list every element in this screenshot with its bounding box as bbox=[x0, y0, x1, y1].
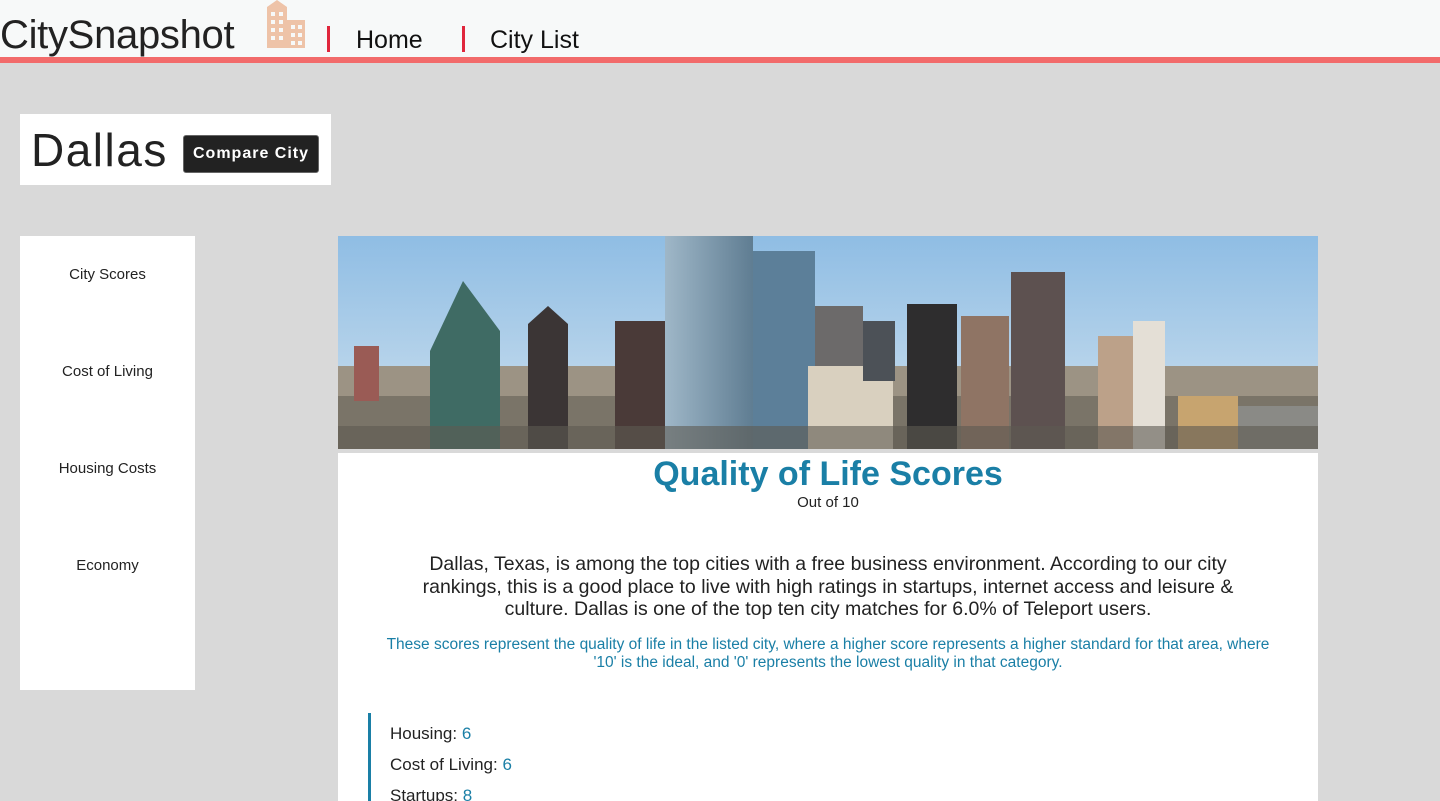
sidebar-item-economy[interactable]: Economy bbox=[20, 557, 195, 574]
nav-separator bbox=[462, 26, 465, 52]
compare-city-button[interactable]: Compare City bbox=[183, 135, 319, 173]
score-label: Cost of Living: bbox=[390, 755, 498, 774]
main-content: Quality of Life Scores Out of 10 Dallas,… bbox=[338, 236, 1318, 801]
city-skyline-image bbox=[338, 236, 1318, 449]
score-row-cost-of-living: Cost of Living: 6 bbox=[390, 755, 512, 775]
top-navbar: CitySnapshot Home City List bbox=[0, 0, 1440, 63]
building-icon bbox=[267, 0, 305, 48]
section-title: Quality of Life Scores bbox=[653, 455, 1003, 493]
city-name: Dallas bbox=[31, 124, 168, 176]
brand-logo-text[interactable]: CitySnapshot bbox=[0, 10, 235, 60]
nav-link-home[interactable]: Home bbox=[356, 24, 423, 56]
sidebar-item-city-scores[interactable]: City Scores bbox=[20, 266, 195, 283]
score-value: 6 bbox=[502, 755, 512, 774]
score-value: 6 bbox=[461, 724, 472, 743]
nav-separator bbox=[327, 26, 330, 52]
city-summary: Dallas, Texas, is among the top cities w… bbox=[422, 553, 1234, 620]
nav-link-city-list[interactable]: City List bbox=[490, 24, 579, 56]
city-header-card: Dallas Compare City bbox=[20, 114, 331, 185]
scores-list: Housing: 6 Cost of Living: 6 Startups: 8 bbox=[368, 713, 771, 801]
score-value: 8 bbox=[462, 786, 473, 801]
sidebar-item-housing-costs[interactable]: Housing Costs bbox=[20, 460, 195, 477]
hero-divider bbox=[338, 449, 1318, 453]
score-row-housing: Housing: 6 bbox=[390, 724, 471, 744]
score-label: Housing: bbox=[390, 724, 458, 743]
section-subtitle: Out of 10 bbox=[797, 494, 859, 511]
sidebar: City Scores Cost of Living Housing Costs… bbox=[20, 236, 195, 690]
score-row-startups: Startups: 8 bbox=[390, 786, 472, 801]
score-label: Startups: bbox=[390, 786, 459, 801]
sidebar-item-cost-of-living[interactable]: Cost of Living bbox=[20, 363, 195, 380]
scores-note: These scores represent the quality of li… bbox=[386, 636, 1270, 671]
